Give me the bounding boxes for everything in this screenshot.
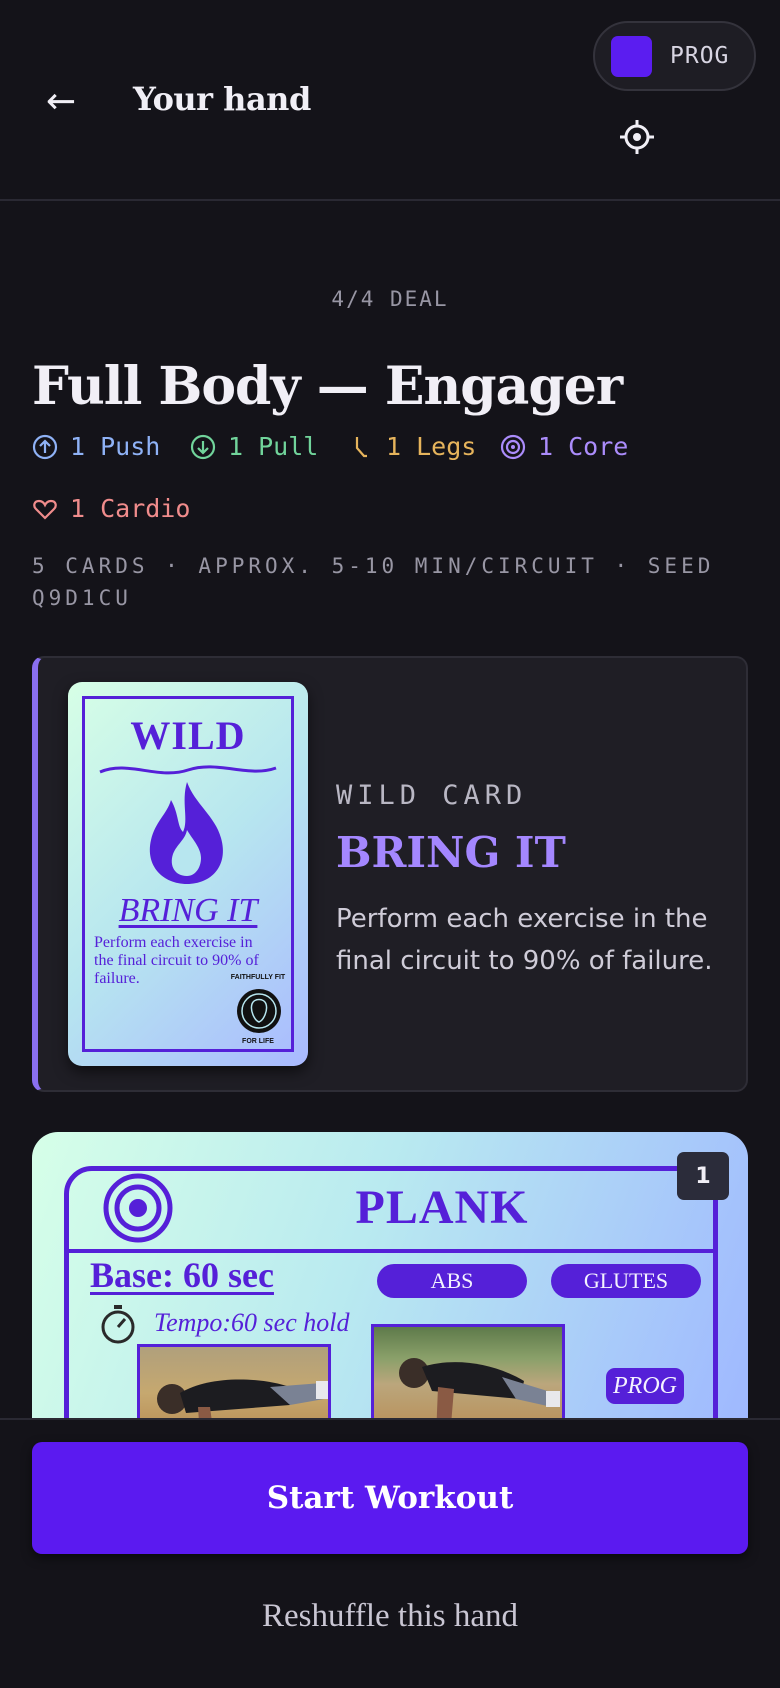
exercise-name: PLANK	[355, 1181, 529, 1234]
wild-card-heading: WILD	[130, 713, 246, 758]
tag-legs: 1 Legs	[348, 432, 476, 461]
start-workout-button[interactable]: Start Workout	[32, 1442, 748, 1554]
reshuffle-button[interactable]: Reshuffle this hand	[0, 1598, 780, 1635]
brand-logo-bottom-text: FOR LIFE	[242, 1038, 274, 1045]
wild-card-name: BRING IT	[336, 828, 566, 877]
gear-icon[interactable]	[618, 118, 656, 156]
plank-pose-illustration	[157, 1379, 328, 1422]
tag-core-label: 1 Core	[538, 432, 629, 461]
target-icon	[500, 434, 526, 459]
page-title: Your hand	[133, 80, 311, 118]
prog-color-swatch	[611, 35, 652, 77]
prog-mode-toggle[interactable]: PROG	[593, 21, 756, 91]
muscle-chip-glutes: GLUTES	[551, 1264, 701, 1298]
tag-cardio: 1 Cardio	[32, 494, 190, 523]
card-divider	[64, 1249, 718, 1253]
tag-core: 1 Core	[500, 432, 628, 461]
lion-logo-icon	[237, 989, 281, 1033]
deal-counter: 4/4 DEAL	[331, 287, 449, 311]
exercise-tempo: Tempo:60 sec hold	[154, 1308, 350, 1337]
exercise-base: Base: 60 sec	[90, 1255, 274, 1295]
hand-meta: 5 CARDS · APPROX. 5-10 MIN/CIRCUIT · SEE…	[32, 554, 715, 610]
exercise-photo-1	[137, 1344, 331, 1422]
back-button[interactable]: ←	[46, 78, 76, 126]
tag-cardio-label: 1 Cardio	[70, 494, 191, 523]
flame-icon	[149, 782, 223, 884]
stopwatch-icon	[101, 1305, 135, 1344]
tag-push: 1 Push	[32, 432, 160, 461]
tag-pull-label: 1 Pull	[228, 432, 319, 461]
core-target-icon	[103, 1173, 173, 1243]
exercise-card[interactable]: PLANK 1 Base: 60 sec ABS GLUTES Tempo:60…	[32, 1132, 748, 1422]
wave-ornament-icon	[99, 765, 277, 775]
prog-tag: PROG	[606, 1368, 684, 1404]
leg-icon	[355, 436, 367, 457]
muscle-chip-abs: ABS	[377, 1264, 527, 1298]
wild-card-panel: WILD BRING IT Perform each exercise in t…	[32, 656, 748, 1092]
wild-card-subheading: BRING IT	[118, 892, 258, 929]
wild-card-kicker: WILD CARD	[336, 780, 528, 811]
pushup-pose-illustration	[399, 1358, 560, 1422]
bottom-action-bar: Start Workout Reshuffle this hand	[0, 1418, 780, 1688]
arrow-up-circle-icon	[32, 434, 58, 459]
top-bar: ← Your hand PROG	[0, 0, 780, 201]
tag-pull: 1 Pull	[190, 432, 318, 461]
exercise-photo-2	[371, 1324, 565, 1422]
wild-card-description: Perform each exercise in the final circu…	[336, 904, 713, 976]
heart-icon	[33, 499, 57, 520]
wild-card-thumbnail[interactable]: WILD BRING IT Perform each exercise in t…	[68, 682, 308, 1066]
tag-push-label: 1 Push	[70, 432, 161, 461]
prog-label: PROG	[670, 43, 730, 69]
card-number-badge: 1	[677, 1152, 729, 1200]
arrow-down-circle-icon	[190, 434, 216, 459]
tag-legs-label: 1 Legs	[386, 432, 477, 461]
hand-title: Full Body — Engager	[32, 356, 623, 417]
